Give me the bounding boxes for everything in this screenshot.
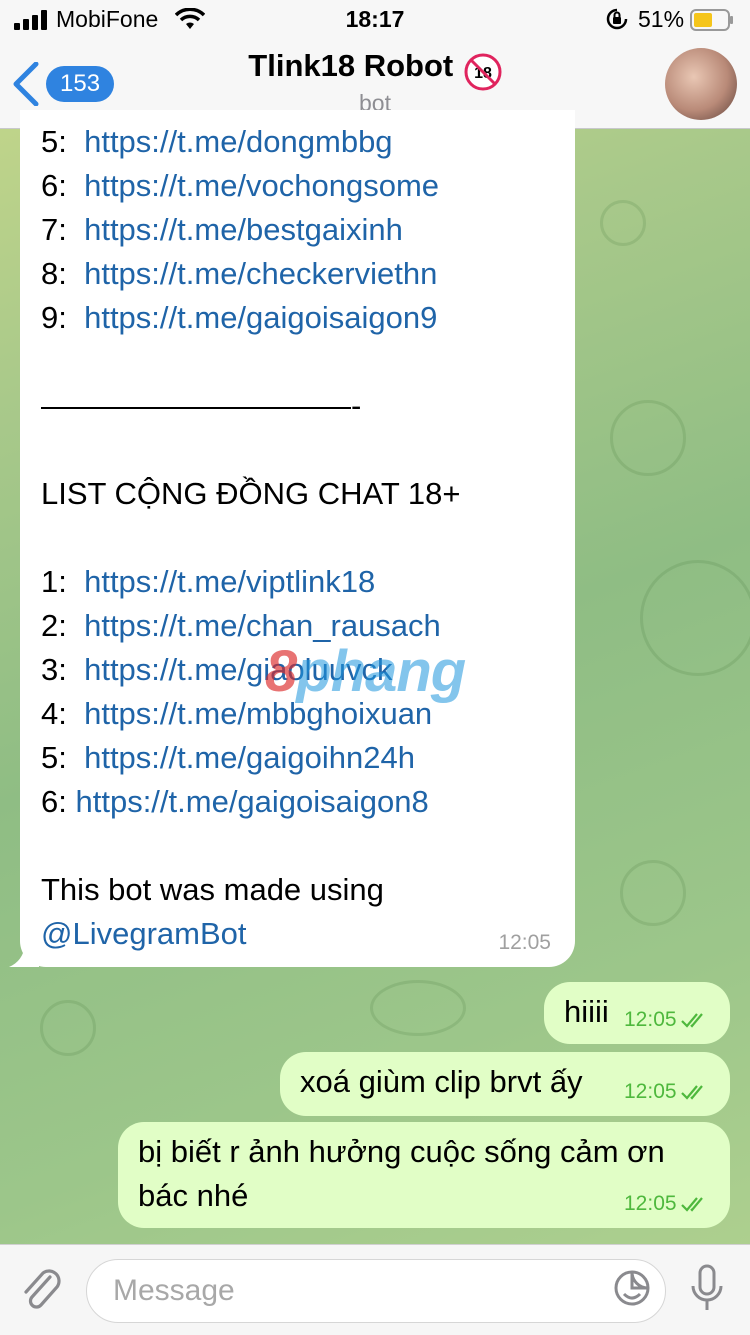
link[interactable]: https://t.me/checkerviethn [84,256,437,291]
link[interactable]: https://t.me/gaigoisaigon8 [75,784,428,819]
watermark-logo: 8phang [265,639,466,704]
no-under-18-icon: 18 [464,53,502,91]
section-title: LIST CỘNG ĐỒNG CHAT 18+ [41,476,461,511]
link[interactable]: https://t.me/dongmbbg [84,124,392,159]
outgoing-message-bubble: hiiii 12:05 [544,982,730,1044]
chat-title-area[interactable]: Tlink18 Robot 18 [0,48,750,91]
status-bar: MobiFone 18:17 51% [0,0,750,40]
link[interactable]: https://t.me/viptlink18 [84,564,375,599]
paperclip-icon[interactable] [20,1265,64,1315]
message-status: 12:05 [624,1080,709,1104]
microphone-icon[interactable] [690,1264,724,1314]
wallpaper-doodle [620,860,686,926]
double-check-icon [680,1013,703,1028]
wallpaper-doodle [40,1000,96,1056]
battery-icon [690,9,733,31]
message-text: hiiii [564,994,609,1029]
message-status: 12:05 [624,1008,709,1032]
double-check-icon [680,1197,703,1212]
list-item: 8: https://t.me/checkerviethn [41,256,438,291]
double-check-icon [680,1085,703,1100]
sticker-icon[interactable] [612,1268,652,1308]
message-time: 12:05 [498,931,551,954]
wallpaper-doodle [640,560,750,676]
bot-mention-link[interactable]: @LivegramBot [41,916,247,951]
link[interactable]: https://t.me/gaigoihn24h [84,740,415,775]
outgoing-message-bubble: xoá giùm clip brvt ấy 12:05 [280,1052,730,1116]
divider-text: ——————————- [41,388,362,423]
list-item: 1: https://t.me/viptlink18 [41,564,376,599]
link[interactable]: https://t.me/bestgaixinh [84,212,403,247]
message-status: 12:05 [624,1192,709,1216]
battery-percent: 51% [638,6,685,32]
link[interactable]: https://t.me/gaigoisaigon9 [84,300,437,335]
footer-text: This bot was made using [41,872,384,907]
wallpaper-doodle [370,980,466,1036]
link[interactable]: https://t.me/vochongsome [84,168,439,203]
message-input[interactable] [111,1268,595,1314]
orientation-lock-icon [606,8,628,30]
wallpaper-doodle [610,400,686,476]
wallpaper-doodle [600,200,646,246]
list-item: 5: https://t.me/dongmbbg [41,124,393,159]
avatar[interactable] [665,48,737,120]
incoming-message-bubble: 5: https://t.me/dongmbbg 6: https://t.me… [20,110,575,967]
message-input-container [86,1259,666,1323]
message-text: xoá giùm clip brvt ấy [300,1064,583,1099]
chat-title: Tlink18 Robot [248,48,454,83]
list-item: 7: https://t.me/bestgaixinh [41,212,403,247]
outgoing-message-bubble: bị biết r ảnh hưởng cuộc sống cảm ơn bác… [118,1122,730,1228]
list-item: 6: https://t.me/gaigoisaigon8 [41,784,429,819]
list-item: 9: https://t.me/gaigoisaigon9 [41,300,438,335]
list-item: 6: https://t.me/vochongsome [41,168,440,203]
message-text: bị biết r ảnh hưởng cuộc sống cảm ơn bác… [138,1134,665,1213]
list-item: 5: https://t.me/gaigoihn24h [41,740,415,775]
